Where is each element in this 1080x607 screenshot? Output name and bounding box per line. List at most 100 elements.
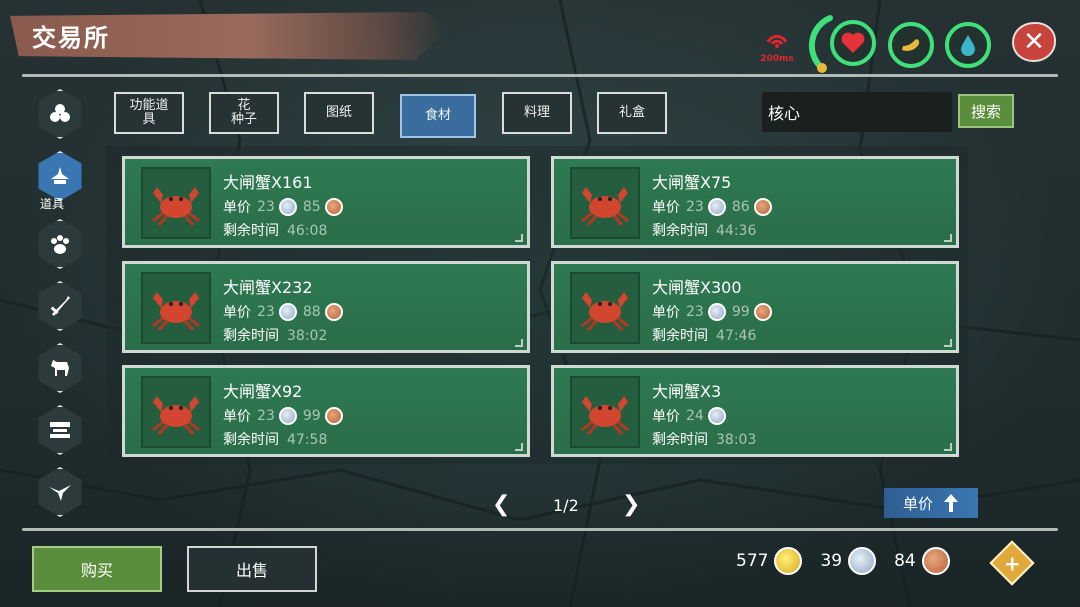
listing-card[interactable]: 大闸蟹X300 单价 23 99 剩余时间 47:46: [551, 261, 959, 353]
crab-icon: [581, 187, 629, 226]
water-indicator[interactable]: [945, 22, 991, 68]
side-nav-furniture[interactable]: [34, 404, 86, 456]
buy-tab-button[interactable]: 购买: [32, 546, 162, 592]
time-value: 38:03: [716, 432, 757, 448]
side-nav-resources[interactable]: [34, 88, 86, 140]
item-thumbnail: [141, 272, 211, 344]
time-label: 剩余时间: [652, 432, 708, 448]
sell-tab-button[interactable]: 出售: [187, 546, 317, 592]
silver-coin-icon: [707, 407, 726, 425]
price-label: 单价: [223, 409, 251, 425]
side-nav-birds[interactable]: [34, 466, 86, 518]
remaining-time: 剩余时间 38:03: [652, 429, 756, 449]
sort-by-price-button[interactable]: 单价: [884, 488, 978, 518]
unit-price: 单价 23 99: [652, 302, 772, 322]
remaining-time: 剩余时间 38:02: [223, 325, 327, 345]
bronze-coin-icon: [753, 303, 772, 321]
side-nav-pets[interactable]: [34, 218, 86, 270]
silver-price: 24: [686, 408, 704, 424]
next-page-button[interactable]: ❯: [622, 492, 640, 517]
corner-mark: [944, 339, 952, 347]
tab-label: 料理: [523, 105, 550, 120]
corner-mark: [515, 234, 523, 242]
tab-gift-box[interactable]: 礼盒: [597, 92, 667, 134]
hunger-indicator[interactable]: [888, 22, 934, 68]
time-value: 38:02: [287, 328, 328, 344]
horse-icon: [38, 343, 82, 393]
time-label: 剩余时间: [223, 328, 279, 344]
silver-price: 23: [257, 199, 275, 215]
silver-coin-icon: [278, 407, 297, 425]
bird-icon: [38, 467, 82, 517]
close-button[interactable]: ✕: [1012, 22, 1056, 62]
ping-value: 200ms: [760, 54, 794, 64]
item-name: 大闸蟹X75: [652, 173, 732, 192]
remaining-time: 剩余时间 44:36: [652, 220, 756, 240]
search-button[interactable]: 搜索: [958, 94, 1014, 128]
bronze-price: 86: [731, 199, 750, 215]
tab-flower-seeds[interactable]: 花种子: [209, 92, 279, 134]
time-label: 剩余时间: [223, 223, 279, 239]
time-label: 剩余时间: [652, 223, 708, 239]
prev-page-button[interactable]: ❮: [492, 492, 510, 517]
item-thumbnail: [141, 376, 211, 448]
listing-card[interactable]: 大闸蟹X92 单价 23 99 剩余时间 47:58: [122, 365, 530, 457]
silver-price: 23: [686, 199, 704, 215]
tab-blueprints[interactable]: 图纸: [304, 92, 374, 134]
listing-card[interactable]: 大闸蟹X232 单价 23 88 剩余时间 38:02: [122, 261, 530, 353]
item-name: 大闸蟹X232: [223, 278, 313, 297]
price-label: 单价: [652, 200, 680, 216]
network-ping: 200ms: [754, 30, 800, 64]
plus-icon: +: [1003, 550, 1021, 575]
side-nav-weapons[interactable]: [34, 280, 86, 332]
crab-icon: [152, 187, 200, 226]
bronze-coin-icon: [753, 198, 772, 216]
health-indicator[interactable]: [830, 20, 876, 66]
tab-label: 礼盒: [618, 105, 645, 120]
remaining-time: 剩余时间 47:46: [652, 325, 756, 345]
item-thumbnail: [570, 167, 640, 239]
silver-price: 23: [686, 304, 704, 320]
time-value: 44:36: [716, 223, 757, 239]
resources-icon: [38, 89, 82, 139]
unit-price: 单价 24: [652, 406, 726, 426]
tab-label: 具: [142, 112, 156, 127]
corner-mark: [944, 234, 952, 242]
item-thumbnail: [570, 376, 640, 448]
sort-arrow-up-icon: [944, 494, 958, 512]
search-input[interactable]: [762, 92, 952, 132]
price-label: 单价: [652, 305, 680, 321]
unit-price: 单价 23 85: [223, 197, 343, 217]
bronze-amount: 84: [894, 551, 916, 571]
bronze-price: 99: [731, 304, 750, 320]
crab-icon: [581, 396, 629, 435]
page-title: 交易所: [32, 24, 110, 52]
silver-coin-icon: [278, 198, 297, 216]
corner-mark: [944, 443, 952, 451]
wallet: 577 39 84: [736, 547, 962, 575]
listing-card[interactable]: 大闸蟹X3 单价 24 剩余时间 38:03: [551, 365, 959, 457]
furniture-icon: [38, 405, 82, 455]
tab-functional-tools[interactable]: 功能道具: [114, 92, 184, 134]
unit-price: 单价 23 86: [652, 197, 772, 217]
silver-coin-icon: [848, 547, 877, 575]
unit-price: 单价 23 99: [223, 406, 343, 426]
bronze-coin-icon: [324, 303, 343, 321]
item-thumbnail: [141, 167, 211, 239]
side-nav-mounts[interactable]: [34, 342, 86, 394]
silver-price: 23: [257, 304, 275, 320]
sort-label: 单价: [902, 494, 933, 513]
tab-label: 花: [237, 98, 251, 113]
tab-cooking[interactable]: 料理: [502, 92, 572, 134]
silver-coin-icon: [707, 303, 726, 321]
gold-coin-icon: [774, 547, 803, 575]
divider: [22, 528, 1058, 531]
item-thumbnail: [570, 272, 640, 344]
time-label: 剩余时间: [652, 328, 708, 344]
listing-card[interactable]: 大闸蟹X161 单价 23 85 剩余时间 46:08: [122, 156, 530, 248]
tab-ingredients[interactable]: 食材: [400, 94, 476, 138]
bronze-price: 88: [302, 304, 321, 320]
listing-card[interactable]: 大闸蟹X75 单价 23 86 剩余时间 44:36: [551, 156, 959, 248]
paw-icon: [38, 219, 82, 269]
silver-price: 23: [257, 408, 275, 424]
